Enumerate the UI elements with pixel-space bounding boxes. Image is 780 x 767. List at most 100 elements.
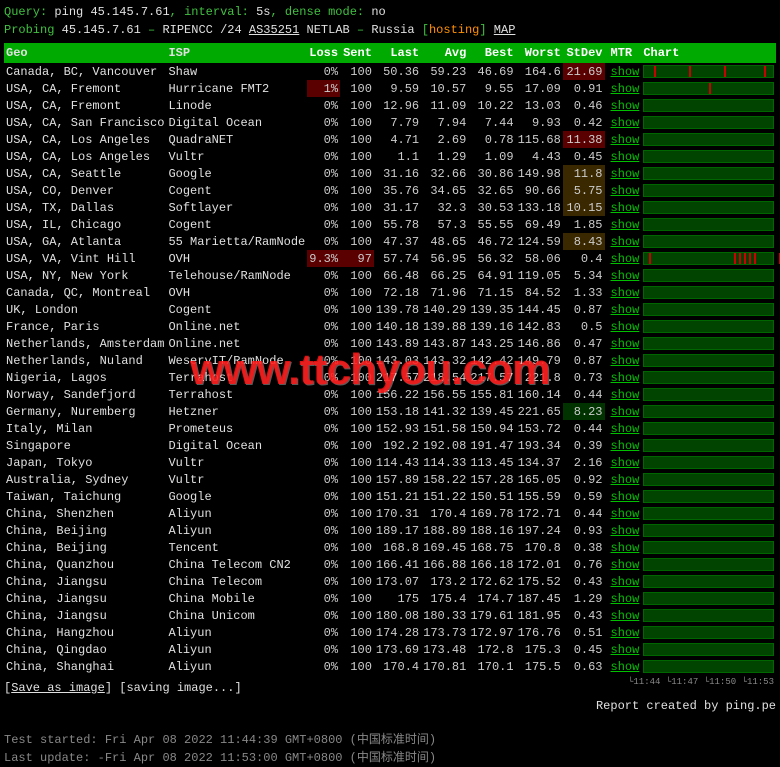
table-row: USA, CO, DenverCogent0%10035.7634.6532.6… (4, 182, 776, 199)
mtr-show-link[interactable]: show (611, 303, 640, 317)
table-row: USA, IL, ChicagoCogent0%10055.7857.355.5… (4, 216, 776, 233)
mtr-show-link[interactable]: show (611, 575, 640, 589)
mtr-show-link[interactable]: show (611, 99, 640, 113)
table-row: USA, CA, Los AngelesQuadraNET0%1004.712.… (4, 131, 776, 148)
chart-bar (643, 609, 774, 622)
mtr-show-link[interactable]: show (611, 490, 640, 504)
table-row: USA, GA, Atlanta55 Marietta/RamNode0%100… (4, 233, 776, 250)
chart-bar (643, 303, 774, 316)
table-row: Germany, NurembergHetzner0%100153.18141.… (4, 403, 776, 420)
save-as-image-link[interactable]: Save as image (11, 681, 105, 695)
mtr-show-link[interactable]: show (611, 507, 640, 521)
mtr-show-link[interactable]: show (611, 116, 640, 130)
chart-bar (643, 167, 774, 180)
chart-bar (643, 490, 774, 503)
chart-bar (643, 371, 774, 384)
chart-bar (643, 643, 774, 656)
as-link[interactable]: AS35251 (249, 23, 299, 37)
table-row: China, JiangsuChina Mobile0%100175175.41… (4, 590, 776, 607)
table-row: China, JiangsuChina Unicom0%100180.08180… (4, 607, 776, 624)
table-row: China, QingdaoAliyun0%100173.69173.48172… (4, 641, 776, 658)
chart-bar (643, 592, 774, 605)
mtr-show-link[interactable]: show (611, 558, 640, 572)
table-row: UK, LondonCogent0%100139.78140.29139.351… (4, 301, 776, 318)
mtr-show-link[interactable]: show (611, 320, 640, 334)
mtr-show-link[interactable]: show (611, 405, 640, 419)
table-row: Taiwan, TaichungGoogle0%100151.21151.221… (4, 488, 776, 505)
table-row: USA, CA, FremontHurricane FMT21%1009.591… (4, 80, 776, 97)
mtr-show-link[interactable]: show (611, 269, 640, 283)
chart-bar (643, 201, 774, 214)
mtr-show-link[interactable]: show (611, 388, 640, 402)
mtr-show-link[interactable]: show (611, 201, 640, 215)
mtr-show-link[interactable]: show (611, 286, 640, 300)
mtr-show-link[interactable]: show (611, 439, 640, 453)
mtr-show-link[interactable]: show (611, 422, 640, 436)
chart-bar (643, 524, 774, 537)
mtr-show-link[interactable]: show (611, 524, 640, 538)
mtr-show-link[interactable]: show (611, 456, 640, 470)
chart-bar (643, 422, 774, 435)
mtr-show-link[interactable]: show (611, 133, 640, 147)
chart-bar (643, 320, 774, 333)
table-row: Italy, MilanPrometeus0%100152.93151.5815… (4, 420, 776, 437)
results-table: Geo ISP Loss Sent Last Avg Best Worst St… (4, 43, 776, 675)
chart-bar (643, 541, 774, 554)
table-row: USA, CA, SeattleGoogle0%10031.1632.6630.… (4, 165, 776, 182)
mtr-show-link[interactable]: show (611, 541, 640, 555)
table-row: China, ShenzhenAliyun0%100170.31170.4169… (4, 505, 776, 522)
map-link[interactable]: MAP (494, 23, 516, 37)
table-row: Japan, TokyoVultr0%100114.43114.33113.45… (4, 454, 776, 471)
mtr-show-link[interactable]: show (611, 660, 640, 674)
chart-bar (643, 473, 774, 486)
table-row: Australia, SydneyVultr0%100157.89158.221… (4, 471, 776, 488)
timestamps: Test started: Fri Apr 08 2022 11:44:39 G… (4, 731, 776, 767)
mtr-show-link[interactable]: show (611, 150, 640, 164)
table-row: USA, CA, Los AngelesVultr0%1001.11.291.0… (4, 148, 776, 165)
chart-bar (643, 354, 774, 367)
table-header: Geo ISP Loss Sent Last Avg Best Worst St… (4, 43, 776, 63)
chart-bar (643, 439, 774, 452)
mtr-show-link[interactable]: show (611, 184, 640, 198)
table-row: China, JiangsuChina Telecom0%100173.0717… (4, 573, 776, 590)
chart-bar (643, 65, 774, 78)
table-row: USA, NY, New YorkTelehouse/RamNode0%1006… (4, 267, 776, 284)
table-row: Nigeria, LagosTerrahost0%100217.57218.54… (4, 369, 776, 386)
probe-line: Probing 45.145.7.61 – RIPENCC /24 AS3525… (4, 23, 776, 37)
mtr-show-link[interactable]: show (611, 592, 640, 606)
chart-bar (643, 626, 774, 639)
mtr-show-link[interactable]: show (611, 473, 640, 487)
mtr-show-link[interactable]: show (611, 609, 640, 623)
chart-bar (643, 507, 774, 520)
table-row: USA, TX, DallasSoftlayer0%10031.1732.330… (4, 199, 776, 216)
mtr-show-link[interactable]: show (611, 82, 640, 96)
mtr-show-link[interactable]: show (611, 626, 640, 640)
mtr-show-link[interactable]: show (611, 65, 640, 79)
mtr-show-link[interactable]: show (611, 167, 640, 181)
table-row: Norway, SandefjordTerrahost0%100156.2215… (4, 386, 776, 403)
chart-bar (643, 99, 774, 112)
mtr-show-link[interactable]: show (611, 643, 640, 657)
chart-bar (643, 133, 774, 146)
mtr-show-link[interactable]: show (611, 235, 640, 249)
table-row: France, ParisOnline.net0%100140.18139.88… (4, 318, 776, 335)
chart-axis: └11:44└11:47└11:50└11:53 (626, 677, 776, 695)
mtr-show-link[interactable]: show (611, 337, 640, 351)
chart-bar (643, 388, 774, 401)
table-row: China, ShanghaiAliyun0%100170.4170.81170… (4, 658, 776, 675)
chart-bar (643, 116, 774, 129)
footer-left: [Save as image] [saving image...] (4, 681, 242, 695)
mtr-show-link[interactable]: show (611, 371, 640, 385)
chart-bar (643, 82, 774, 95)
mtr-show-link[interactable]: show (611, 354, 640, 368)
chart-bar (643, 150, 774, 163)
mtr-show-link[interactable]: show (611, 218, 640, 232)
chart-bar (643, 218, 774, 231)
mtr-show-link[interactable]: show (611, 252, 640, 266)
query-line: Query: ping 45.145.7.61, interval: 5s, d… (4, 5, 776, 19)
table-row: China, HangzhouAliyun0%100174.28173.7317… (4, 624, 776, 641)
table-row: Canada, BC, VancouverShaw0%10050.3659.23… (4, 63, 776, 80)
table-row: Netherlands, NulandWeservIT/RamNode0%100… (4, 352, 776, 369)
chart-bar (643, 660, 774, 673)
table-row: USA, CA, San FranciscoDigital Ocean0%100… (4, 114, 776, 131)
